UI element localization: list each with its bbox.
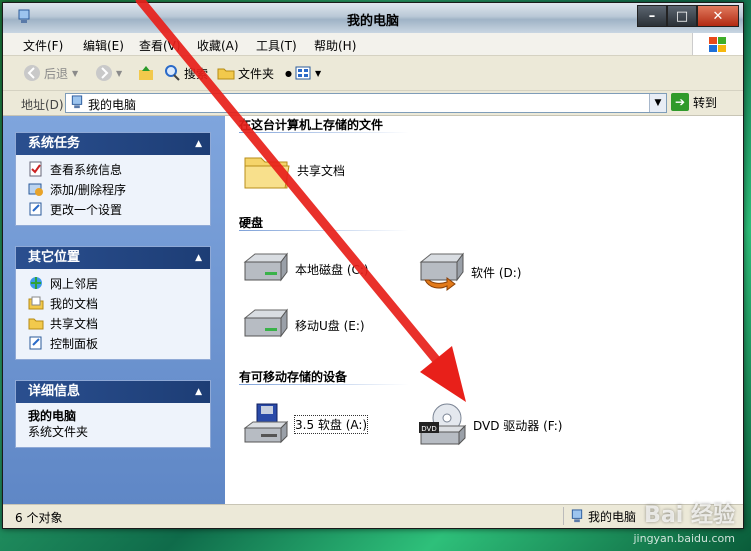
minimize-button[interactable]: – [637,5,667,27]
menu-bar: 文件(F) 编辑(E) 查看(V) 收藏(A) 工具(T) 帮助(H) [3,33,743,56]
toolbar: 后退 ▼ ▼ 搜索 文件夹 ● ▼ [3,56,743,91]
back-dropdown-icon[interactable]: ▼ [72,69,78,78]
details-header[interactable]: 详细信息 ▲ [16,381,210,403]
maximize-button[interactable]: □ [667,5,697,27]
folders-button[interactable]: 文件夹 [217,64,274,82]
details-description: 系统文件夹 [28,425,89,439]
system-tasks-header[interactable]: 系统任务 ▲ [16,133,210,155]
dvd-f-item[interactable]: DVD DVD 驱动器 (F:) [417,402,563,448]
windows-logo-icon [692,33,743,55]
control-panel-icon [29,202,42,216]
search-label: 搜索 [184,66,209,81]
go-arrow-icon: ➔ [671,93,689,111]
folder-icon [217,68,235,80]
address-field[interactable]: 我的电脑 ▼ [65,93,667,113]
close-button[interactable]: ✕ [697,5,739,27]
shared-drive-icon [419,252,464,291]
forward-button[interactable]: ▼ [95,64,122,82]
section-divider [239,230,409,231]
status-object-count: 6 个对象 [15,511,63,525]
menu-edit[interactable]: 编辑(E) [83,37,124,54]
search-icon [165,65,180,81]
system-tasks-panel: 系统任务 ▲ 查看系统信息 添加/删除程序 更改一个设置 [15,132,211,226]
section-removable-header: 有可移动存储的设备 [239,370,348,384]
section-divider [239,384,409,385]
menu-file[interactable]: 文件(F) [23,37,63,54]
collapse-icon[interactable]: ▲ [195,247,202,269]
details-panel: 详细信息 ▲ 我的电脑 系统文件夹 [15,380,211,448]
collapse-icon[interactable]: ▲ [195,133,202,155]
documents-icon [28,296,44,310]
section-files-header: 在这台计算机上存储的文件 [239,118,384,132]
go-button[interactable]: ➔ 转到 [671,93,717,111]
back-label: 后退 [44,66,69,81]
floppy-drive-icon [243,403,289,444]
folders-label: 文件夹 [238,66,275,81]
shared-documents-item[interactable]: 共享文档 [243,150,345,190]
search-button[interactable]: 搜索 [163,64,208,82]
watermark-brand: Bai 经验 [644,503,735,528]
hard-drive-icon [243,252,288,282]
task-pane: 系统任务 ▲ 查看系统信息 添加/删除程序 更改一个设置 其它位置 ▲ 网上邻居… [3,116,225,504]
floppy-a-item[interactable]: 3.5 软盘 (A:) [241,402,369,446]
disk-e-item[interactable]: 移动U盘 (E:) [241,308,365,342]
up-folder-icon [139,66,153,80]
network-icon [30,277,42,289]
add-remove-icon [28,183,43,196]
go-label: 转到 [693,95,718,110]
other-places-panel: 其它位置 ▲ 网上邻居 我的文档 共享文档 控制面板 [15,246,211,360]
address-label: 地址(D) [21,98,64,112]
system-info-icon [29,161,42,177]
up-folder-button[interactable] [137,64,158,82]
place-control-panel[interactable]: 控制面板 [28,333,210,353]
status-bar: 6 个对象 我的电脑 [3,504,743,528]
file-list-area: 在这台计算机上存储的文件 共享文档 硬盘 本地磁盘 (C:) 软件 (D:) 移… [225,116,743,504]
address-dropdown-icon[interactable]: ▼ [649,94,666,112]
details-name: 我的电脑 [28,409,77,423]
section-divider [239,132,409,133]
address-value: 我的电脑 [88,98,137,112]
address-bar: 地址(D) 我的电脑 ▼ ➔ 转到 [3,91,743,116]
collapse-icon[interactable]: ▲ [195,381,202,403]
views-dropdown-icon[interactable]: ▼ [315,69,321,78]
section-disks-header: 硬盘 [239,216,264,230]
menu-favorites[interactable]: 收藏(A) [197,37,239,54]
disk-c-item[interactable]: 本地磁盘 (C:) [241,252,369,286]
forward-arrow-icon [96,65,112,81]
task-view-system-info[interactable]: 查看系统信息 [28,159,210,179]
back-arrow-icon [24,65,40,81]
menu-view[interactable]: 查看(V) [139,37,181,54]
hard-drive-icon [243,308,288,338]
window-title: 我的电脑 [346,14,399,29]
view-grid-icon [295,66,311,80]
svg-text:DVD: DVD [421,425,436,433]
forward-dropdown-icon[interactable]: ▼ [116,69,122,78]
menu-help[interactable]: 帮助(H) [314,37,356,54]
dvd-drive-icon: DVD [419,403,467,446]
task-change-setting[interactable]: 更改一个设置 [28,199,210,219]
folder-icon [28,318,44,330]
other-places-header[interactable]: 其它位置 ▲ [16,247,210,269]
folder-icon [244,157,290,189]
status-location: 我的电脑 [563,507,636,525]
title-bar[interactable]: 我的电脑 – □ ✕ [3,3,743,34]
menu-tools[interactable]: 工具(T) [256,37,297,54]
back-button[interactable]: 后退 ▼ [23,64,78,82]
computer-icon [571,508,583,522]
computer-icon [71,95,83,109]
control-panel-icon [29,336,42,350]
task-add-remove-programs[interactable]: 添加/删除程序 [28,179,210,199]
my-computer-window: 我的电脑 – □ ✕ 文件(F) 编辑(E) 查看(V) 收藏(A) 工具(T)… [2,2,744,529]
place-network[interactable]: 网上邻居 [28,273,210,293]
place-shared-documents[interactable]: 共享文档 [28,313,210,333]
place-my-documents[interactable]: 我的文档 [28,293,210,313]
views-button[interactable]: ● ▼ [285,64,321,82]
watermark-url: jingyan.baidu.com [633,532,735,545]
disk-d-item[interactable]: 软件 (D:) [417,252,521,292]
